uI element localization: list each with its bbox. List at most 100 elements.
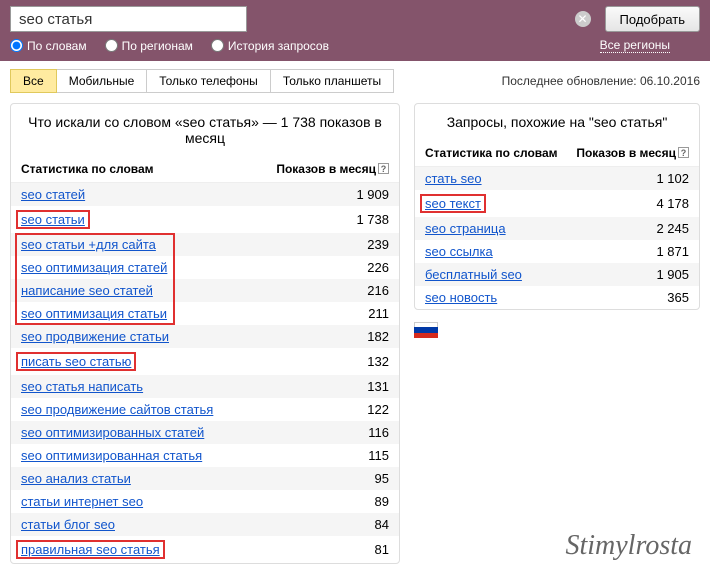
count-cell: 95 bbox=[329, 471, 389, 486]
count-cell: 132 bbox=[329, 354, 389, 369]
radio-by-words-input[interactable] bbox=[10, 39, 23, 52]
table-row: seo анализ статьи 95 bbox=[11, 467, 399, 490]
keyword-link[interactable]: seo оптимизированная статья bbox=[21, 448, 202, 463]
right-panel-title: Запросы, похожие на "seo статья" bbox=[415, 104, 699, 142]
flag-russia-icon bbox=[414, 322, 438, 338]
radio-label: По регионам bbox=[122, 39, 193, 53]
last-update: Последнее обновление: 06.10.2016 bbox=[502, 74, 700, 88]
count-cell: 4 178 bbox=[629, 196, 689, 211]
tab-mobile[interactable]: Мобильные bbox=[56, 69, 148, 93]
col-header-count: Показов в месяц? bbox=[576, 146, 689, 160]
left-panel: Что искали со словом «seo статья» — 1 73… bbox=[10, 103, 400, 564]
count-cell: 182 bbox=[329, 329, 389, 344]
all-regions-link[interactable]: Все регионы bbox=[600, 38, 670, 53]
keyword-link[interactable]: правильная seo статья bbox=[21, 542, 160, 557]
keyword-link[interactable]: seo статьи bbox=[21, 212, 85, 227]
keyword-link[interactable]: писать seo статью bbox=[21, 354, 131, 369]
table-row: seo статья написать 131 bbox=[11, 375, 399, 398]
col-header-words: Статистика по словам bbox=[425, 146, 576, 160]
radio-by-regions-input[interactable] bbox=[105, 39, 118, 52]
radio-label: История запросов bbox=[228, 39, 329, 53]
table-row: seo статьи +для сайта 239 bbox=[11, 233, 399, 256]
table-row: seo новость 365 bbox=[415, 286, 699, 309]
radio-history[interactable]: История запросов bbox=[211, 39, 329, 53]
table-row: правильная seo статья 81 bbox=[11, 536, 399, 563]
radio-by-regions[interactable]: По регионам bbox=[105, 39, 193, 53]
right-rows: стать seo 1 102 seo текст 4 178 seo страница… bbox=[415, 167, 699, 309]
table-row: написание seo статей 216 bbox=[11, 279, 399, 302]
table-row: seo оптимизированная статья 115 bbox=[11, 444, 399, 467]
count-cell: 115 bbox=[329, 448, 389, 463]
count-cell: 1 905 bbox=[629, 267, 689, 282]
keyword-link[interactable]: seo оптимизация статей bbox=[21, 260, 167, 275]
keyword-link[interactable]: seo оптимизация статьи bbox=[21, 306, 167, 321]
count-cell: 1 102 bbox=[629, 171, 689, 186]
count-cell: 89 bbox=[329, 494, 389, 509]
table-row: seo оптимизация статей 226 bbox=[11, 256, 399, 279]
radio-label: По словам bbox=[27, 39, 87, 53]
count-cell: 2 245 bbox=[629, 221, 689, 236]
keyword-link[interactable]: seo анализ статьи bbox=[21, 471, 131, 486]
table-row: seo страница 2 245 bbox=[415, 217, 699, 240]
table-row: seo ссылка 1 871 bbox=[415, 240, 699, 263]
count-cell: 122 bbox=[329, 402, 389, 417]
search-bar: ✕ Подобрать По словам По регионам Истори… bbox=[0, 0, 710, 61]
count-cell: 81 bbox=[329, 542, 389, 557]
keyword-link[interactable]: seo продвижение сайтов статья bbox=[21, 402, 213, 417]
table-row: seo продвижение сайтов статья 122 bbox=[11, 398, 399, 421]
tab-tablets[interactable]: Только планшеты bbox=[270, 69, 394, 93]
keyword-link[interactable]: seo страница bbox=[425, 221, 506, 236]
table-row: стать seo 1 102 bbox=[415, 167, 699, 190]
keyword-link[interactable]: статьи интернет seo bbox=[21, 494, 143, 509]
count-cell: 1 909 bbox=[329, 187, 389, 202]
keyword-link[interactable]: бесплатный seo bbox=[425, 267, 522, 282]
count-cell: 131 bbox=[329, 379, 389, 394]
tab-phones[interactable]: Только телефоны bbox=[146, 69, 271, 93]
keyword-link[interactable]: seo ссылка bbox=[425, 244, 493, 259]
radio-history-input[interactable] bbox=[211, 39, 224, 52]
table-row: seo статьи 1 738 bbox=[11, 206, 399, 233]
submit-button[interactable]: Подобрать bbox=[605, 6, 700, 32]
table-row: писать seo статью 132 bbox=[11, 348, 399, 375]
help-icon[interactable]: ? bbox=[378, 163, 389, 174]
radio-by-words[interactable]: По словам bbox=[10, 39, 87, 53]
tab-all[interactable]: Все bbox=[10, 69, 57, 93]
left-panel-title: Что искали со словом «seo статья» — 1 73… bbox=[11, 104, 399, 158]
table-row: бесплатный seo 1 905 bbox=[415, 263, 699, 286]
table-row: seo статей 1 909 bbox=[11, 183, 399, 206]
col-header-count: Показов в месяц? bbox=[276, 162, 389, 176]
left-rows: seo статей1 909seo статьи1 738seo статьи… bbox=[11, 183, 399, 563]
keyword-link[interactable]: seo новость bbox=[425, 290, 497, 305]
keyword-link[interactable]: seo статьи +для сайта bbox=[21, 237, 156, 252]
clear-icon[interactable]: ✕ bbox=[575, 11, 591, 27]
count-cell: 239 bbox=[329, 237, 389, 252]
keyword-link[interactable]: seo статей bbox=[21, 187, 85, 202]
search-input[interactable] bbox=[10, 6, 247, 32]
count-cell: 1 871 bbox=[629, 244, 689, 259]
keyword-link[interactable]: seo текст bbox=[425, 196, 481, 211]
table-row: статьи блог seo 84 bbox=[11, 513, 399, 536]
table-row: статьи интернет seo 89 bbox=[11, 490, 399, 513]
count-cell: 226 bbox=[329, 260, 389, 275]
mode-radios: По словам По регионам История запросов bbox=[10, 39, 329, 53]
right-panel: Запросы, похожие на "seo статья" Статист… bbox=[414, 103, 700, 310]
count-cell: 1 738 bbox=[329, 212, 389, 227]
table-row: seo оптимизированных статей 116 bbox=[11, 421, 399, 444]
count-cell: 116 bbox=[329, 425, 389, 440]
keyword-link[interactable]: seo продвижение статьи bbox=[21, 329, 169, 344]
device-tabs-row: Все Мобильные Только телефоны Только пла… bbox=[0, 61, 710, 103]
help-icon[interactable]: ? bbox=[678, 147, 689, 158]
col-header-words: Статистика по словам bbox=[21, 162, 276, 176]
keyword-link[interactable]: seo статья написать bbox=[21, 379, 143, 394]
count-cell: 216 bbox=[329, 283, 389, 298]
highlight-box: писать seo статью bbox=[16, 352, 136, 371]
keyword-link[interactable]: статьи блог seo bbox=[21, 517, 115, 532]
table-row: seo оптимизация статьи211 bbox=[11, 302, 399, 325]
count-cell: 84 bbox=[329, 517, 389, 532]
highlight-box: правильная seo статья bbox=[16, 540, 165, 559]
keyword-link[interactable]: seo оптимизированных статей bbox=[21, 425, 204, 440]
keyword-link[interactable]: написание seo статей bbox=[21, 283, 153, 298]
count-cell: 365 bbox=[629, 290, 689, 305]
keyword-link[interactable]: стать seo bbox=[425, 171, 482, 186]
table-row: seo текст 4 178 bbox=[415, 190, 699, 217]
